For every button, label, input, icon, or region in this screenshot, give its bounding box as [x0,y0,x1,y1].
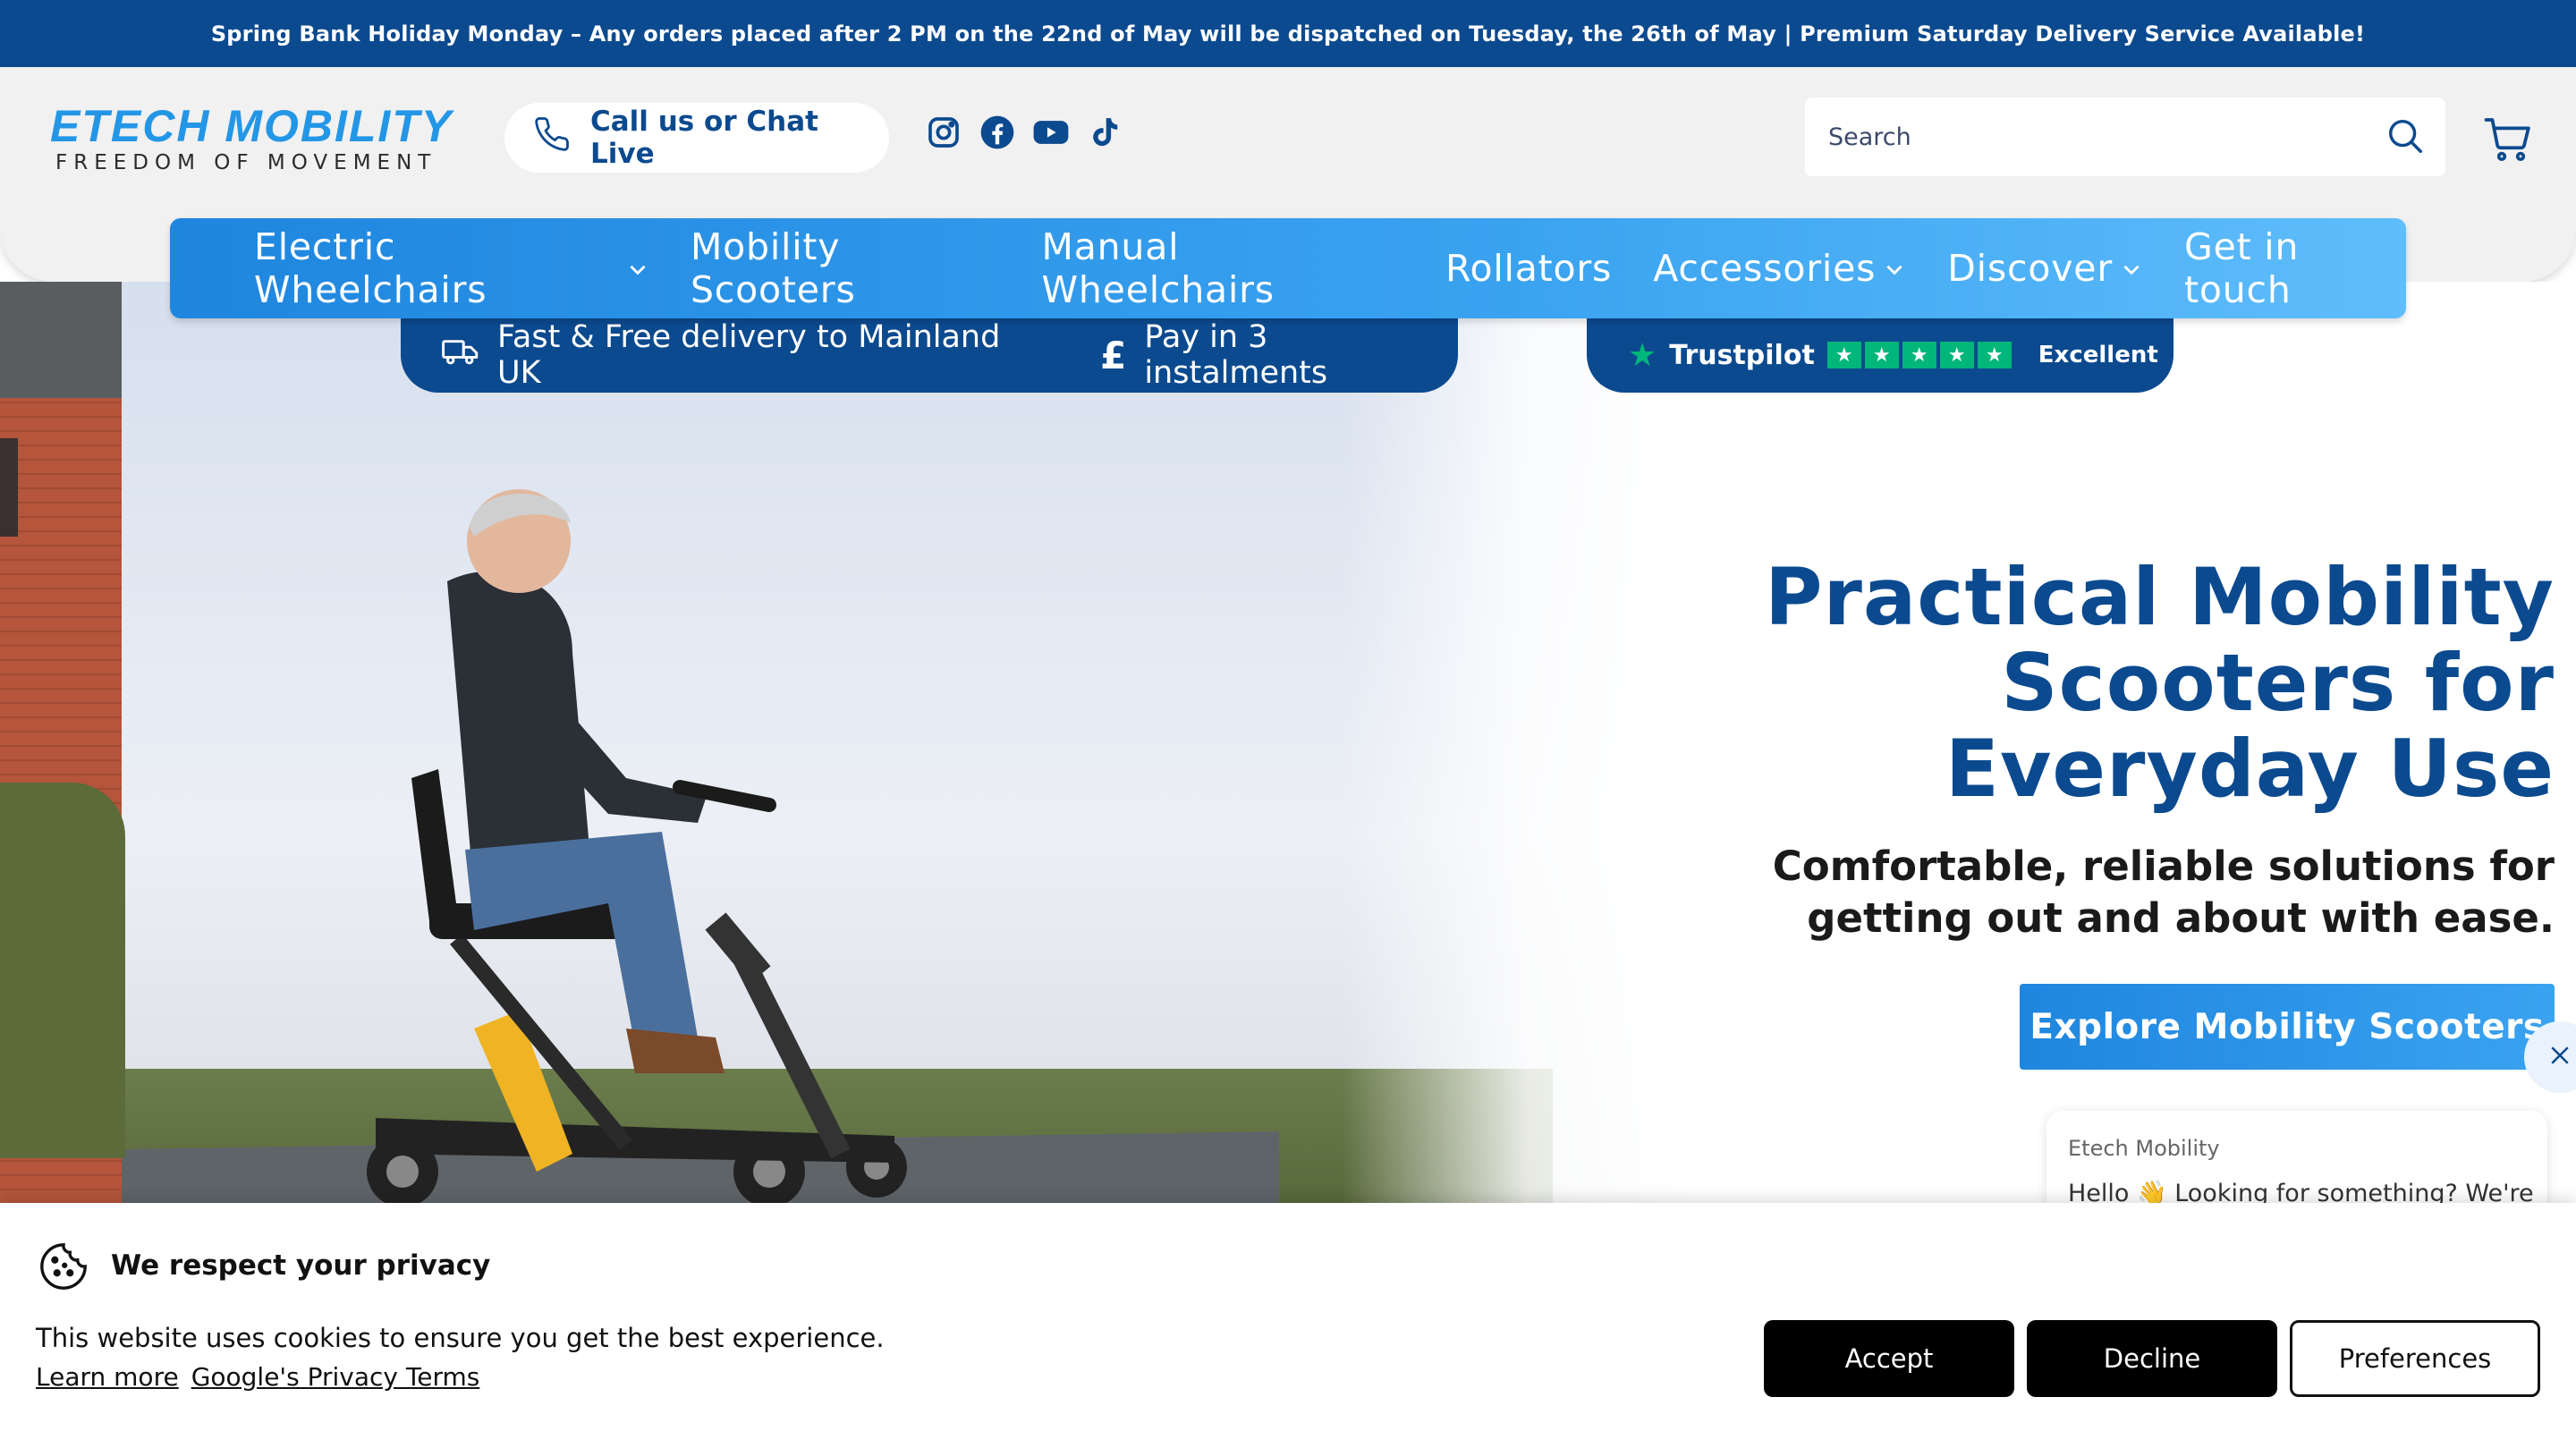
learn-more-link[interactable]: Learn more [36,1362,179,1392]
nav-label: Manual Wheelchairs [1041,225,1275,311]
logo-tagline: FREEDOM OF MOVEMENT [55,151,437,174]
usp-bar: Fast & Free delivery to Mainland UK £ Pa… [401,318,1458,393]
facebook-icon[interactable] [979,114,1016,151]
trustpilot-badge[interactable]: ★ Trustpilot ★ ★ ★ ★ ★ Excellent [1587,318,2174,393]
announcement-text: Spring Bank Holiday Monday – Any orders … [210,21,2366,47]
nav-discover[interactable]: Discover [1947,247,2143,290]
phone-icon [533,115,571,160]
nav-label: Discover [1947,247,2113,290]
chat-sender: Etech Mobility [2068,1136,2220,1161]
preferences-button[interactable]: Preferences [2290,1320,2540,1397]
search-box[interactable] [1805,97,2445,176]
cookie-title: We respect your privacy [111,1249,491,1282]
nav-electric-wheelchairs[interactable]: Electric Wheelchairs [254,225,649,311]
delivery-text: Fast & Free delivery to Mainland UK [497,319,1001,391]
accept-button[interactable]: Accept [1764,1320,2014,1397]
rating-stars: ★ ★ ★ ★ ★ [1826,342,2012,368]
cookie-text: This website uses cookies to ensure you … [36,1323,885,1353]
trustpilot-label: Trustpilot [1669,339,1815,371]
nav-accessories[interactable]: Accessories [1653,247,1906,290]
star-icon: ★ [1939,342,1974,368]
star-icon: ★ [1826,342,1861,368]
main-nav: Electric Wheelchairs Mobility Scooters M… [170,218,2406,318]
star-icon: ★ [1977,342,2012,368]
youtube-icon[interactable] [1032,114,1070,151]
nav-manual-wheelchairs[interactable]: Manual Wheelchairs [1042,225,1404,311]
nav-label: Mobility Scooters [690,225,856,311]
trustpilot-star-icon: ★ [1628,336,1657,374]
hero-bush [0,783,125,1158]
social-links [925,114,1123,151]
decline-button[interactable]: Decline [2027,1320,2277,1397]
pound-icon: £ [1100,333,1127,377]
nav-label: Electric Wheelchairs [254,225,487,311]
instalments-text: Pay in 3 instalments [1144,319,1328,391]
hero-scooter-image [367,489,907,1203]
call-chat-button[interactable]: Call us or Chat Live [504,103,889,173]
nav-mobility-scooters[interactable]: Mobility Scooters [691,225,1001,311]
search-input[interactable] [1828,123,2347,151]
chevron-down-icon [1883,247,1906,290]
cart-icon[interactable] [2483,114,2533,167]
close-icon [2546,1042,2573,1072]
chevron-down-icon [2120,247,2143,290]
site-logo[interactable]: ETECH MOBILITY FREEDOM OF MOVEMENT [50,103,462,174]
truck-icon [442,335,479,376]
nav-rollators[interactable]: Rollators [1445,247,1612,290]
tiktok-icon[interactable] [1086,114,1123,151]
chat-popup[interactable]: Etech Mobility Hello 👋 Looking for somet… [2046,1111,2547,1218]
hero-subtitle: Comfortable, reliable solutions for gett… [1772,843,2555,942]
star-icon: ★ [1902,342,1936,368]
call-chat-label: Call us or Chat Live [590,106,818,170]
explore-scooters-button[interactable]: Explore Mobility Scooters [2020,984,2555,1070]
cookie-icon [38,1240,89,1296]
cookie-banner: We respect your privacy This website use… [0,1203,2576,1431]
announcement-bar: Spring Bank Holiday Monday – Any orders … [0,0,2576,67]
nav-label: Get in touch [2184,225,2300,311]
logo-wordmark: ETECH MOBILITY [50,101,453,151]
google-privacy-link[interactable]: Google's Privacy Terms [191,1362,480,1392]
chevron-down-icon [626,247,649,290]
cookie-links: Learn more Google's Privacy Terms [36,1362,479,1392]
nav-label: Accessories [1653,247,1877,290]
hero-title: Practical Mobility Scooters for Everyday… [1765,551,2555,815]
search-icon[interactable] [2385,115,2426,160]
instagram-icon[interactable] [925,114,962,151]
nav-label: Rollators [1445,247,1613,290]
nav-get-in-touch[interactable]: Get in touch [2184,225,2406,311]
star-icon: ★ [1864,342,1899,368]
rating-text: Excellent [2038,342,2158,368]
